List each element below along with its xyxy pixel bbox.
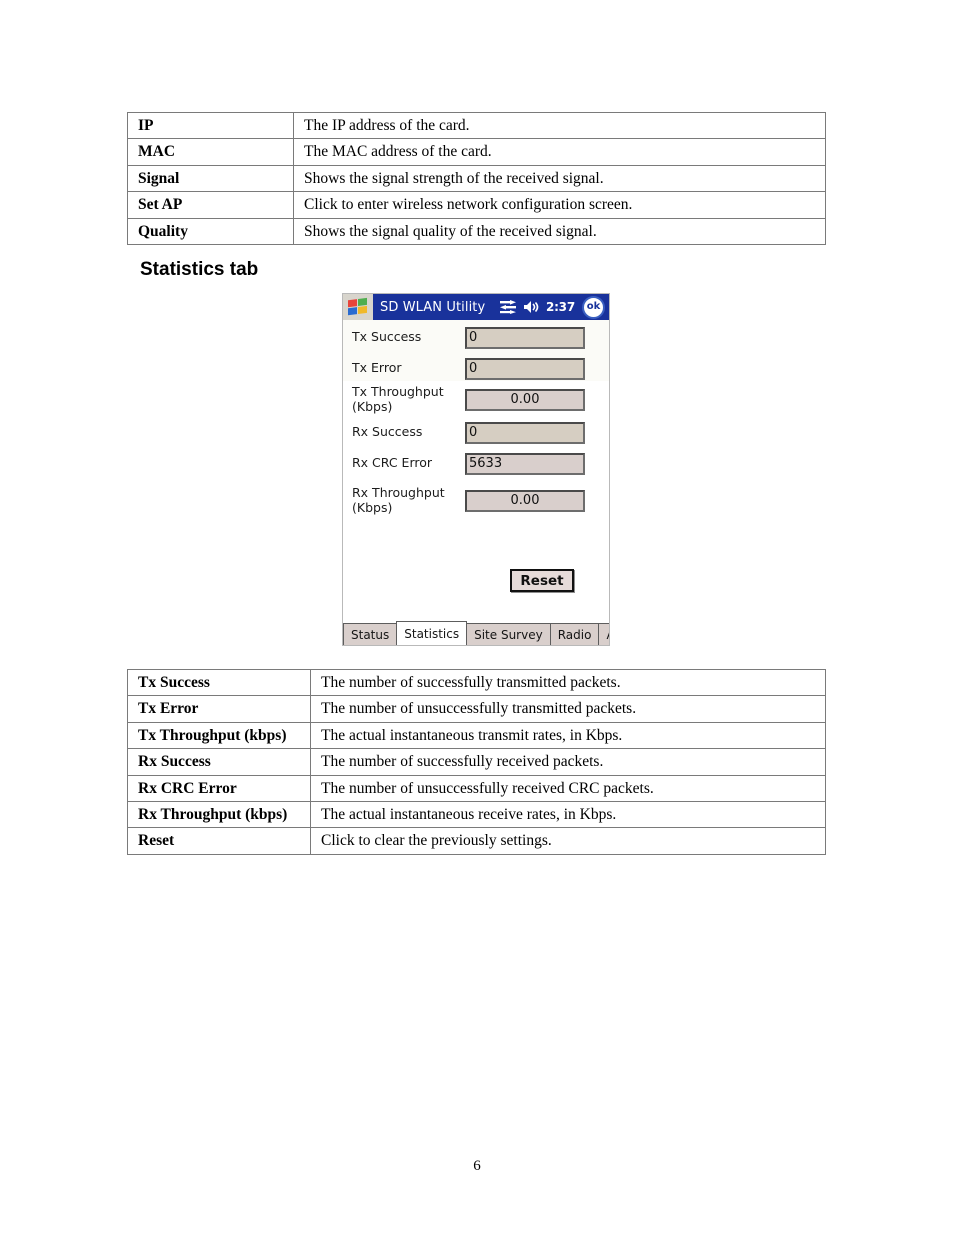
stat-label: Tx Success (352, 329, 422, 345)
table-row: Rx Success The number of successfully re… (127, 748, 826, 776)
table-row: Tx Throughput (kbps) The actual instanta… (127, 721, 826, 750)
table-cell-desc: The number of unsuccessfully transmitted… (310, 695, 826, 723)
table-cell-desc: Shows the signal strength of the receive… (293, 164, 826, 193)
stat-row-tx-success: Tx Success 0 (343, 322, 609, 353)
statistics-table-body: Tx Success The number of successfully tr… (127, 668, 826, 855)
pda-title-bar: SD WLAN Utility 2:37 ok (343, 294, 609, 320)
table-cell-key: IP (127, 111, 294, 140)
pda-title-label: SD WLAN Utility (380, 299, 486, 315)
stat-row-rx-throughput: Rx Throughput (Kbps) 0.00 (343, 485, 609, 516)
pda-screenshot: SD WLAN Utility 2:37 ok Tx Success 0 Tx … (342, 293, 610, 646)
table-cell-key: Tx Error (127, 695, 311, 723)
table-cell-key: Rx Success (127, 748, 311, 776)
stat-label-line1: Tx Throughput (352, 384, 444, 400)
stat-label: Rx CRC Error (352, 455, 433, 471)
table-row: Rx Throughput (kbps) The actual instanta… (127, 800, 826, 829)
status-description-table: IP The IP address of the card. MAC The M… (127, 111, 826, 245)
clock-label: 2:37 (545, 300, 575, 314)
tab-about[interactable]: About (598, 623, 609, 645)
table-cell-desc: The number of successfully received pack… (310, 748, 826, 776)
windows-flag-icon (348, 297, 368, 316)
tab-status[interactable]: Status (343, 623, 398, 645)
table-row: MAC The MAC address of the card. (127, 138, 826, 166)
table-cell-key: Tx Throughput (kbps) (127, 721, 311, 750)
tx-success-field[interactable]: 0 (465, 326, 585, 349)
stat-label: Tx Throughput (Kbps) (343, 384, 465, 414)
table-cell-desc: Click to clear the previously settings. (310, 827, 826, 855)
rx-crc-error-field[interactable]: 5633 (465, 452, 585, 475)
stat-label-line2: (Kbps) (352, 499, 393, 515)
stat-row-rx-success: Rx Success 0 (343, 417, 609, 448)
stat-label: Rx Success (352, 424, 423, 440)
table-cell-desc: The IP address of the card. (293, 111, 826, 140)
connectivity-icon[interactable] (499, 300, 517, 314)
title-bar-status-area: 2:37 ok (499, 294, 605, 320)
stat-row-tx-throughput: Tx Throughput (Kbps) 0.00 (343, 384, 609, 415)
table-cell-key: Rx CRC Error (127, 774, 311, 802)
table-cell-desc: The MAC address of the card. (293, 138, 826, 166)
table-row: Quality Shows the signal quality of the … (127, 217, 826, 245)
table-cell-desc: The actual instantaneous receive rates, … (310, 800, 826, 829)
tab-statistics[interactable]: Statistics (396, 621, 468, 645)
table-row: Signal Shows the signal strength of the … (127, 164, 826, 193)
table-row: Tx Success The number of successfully tr… (127, 668, 826, 697)
statistics-panel: Tx Success 0 Tx Error 0 Tx Throughput (K… (343, 320, 609, 645)
table-row: Set AP Click to enter wireless network c… (127, 191, 826, 219)
stat-label: Tx Error (352, 360, 402, 376)
table-cell-key: Quality (127, 217, 294, 245)
table-cell-key: Reset (127, 827, 311, 855)
table-cell-desc: The number of successfully transmitted p… (310, 668, 826, 697)
table-cell-desc: The actual instantaneous transmit rates,… (310, 721, 826, 750)
tab-bar: Status Statistics Site Survey Radio Abou… (343, 621, 609, 645)
reset-button[interactable]: Reset (510, 569, 574, 592)
tab-radio[interactable]: Radio (549, 623, 600, 645)
page-title: Statistics tab (140, 259, 259, 280)
table-cell-desc: The number of unsuccessfully received CR… (310, 774, 826, 802)
stat-row-rx-crc-error: Rx CRC Error 5633 (343, 448, 609, 479)
table-row: IP The IP address of the card. (127, 111, 826, 140)
table-cell-key: Tx Success (127, 668, 311, 697)
table-cell-key: Signal (127, 164, 294, 193)
table-cell-key: Rx Throughput (kbps) (127, 800, 311, 829)
tx-error-field[interactable]: 0 (465, 357, 585, 380)
table-cell-desc: Shows the signal quality of the received… (293, 217, 826, 245)
tx-throughput-field[interactable]: 0.00 (465, 388, 585, 411)
table-row: Tx Error The number of unsuccessfully tr… (127, 695, 826, 723)
ok-button[interactable]: ok (582, 295, 605, 319)
table-cell-key: MAC (127, 138, 294, 166)
stat-label-line1: Rx Throughput (352, 485, 445, 501)
table-row: Reset Click to clear the previously sett… (127, 827, 826, 855)
start-button[interactable] (343, 294, 373, 320)
stat-label: Rx Throughput (Kbps) (343, 485, 465, 515)
rx-success-field[interactable]: 0 (465, 421, 585, 444)
rx-throughput-field[interactable]: 0.00 (465, 489, 585, 512)
stat-label-line2: (Kbps) (352, 398, 393, 414)
speaker-icon[interactable] (523, 300, 540, 314)
tab-site-survey[interactable]: Site Survey (466, 623, 551, 645)
status-table-body: IP The IP address of the card. MAC The M… (127, 111, 826, 245)
table-cell-desc: Click to enter wireless network configur… (293, 191, 826, 219)
table-row: Rx CRC Error The number of unsuccessfull… (127, 774, 826, 802)
statistics-description-table: Tx Success The number of successfully tr… (127, 668, 826, 855)
page-number: 6 (473, 1158, 481, 1174)
stat-row-tx-error: Tx Error 0 (343, 353, 609, 384)
table-cell-key: Set AP (127, 191, 294, 219)
